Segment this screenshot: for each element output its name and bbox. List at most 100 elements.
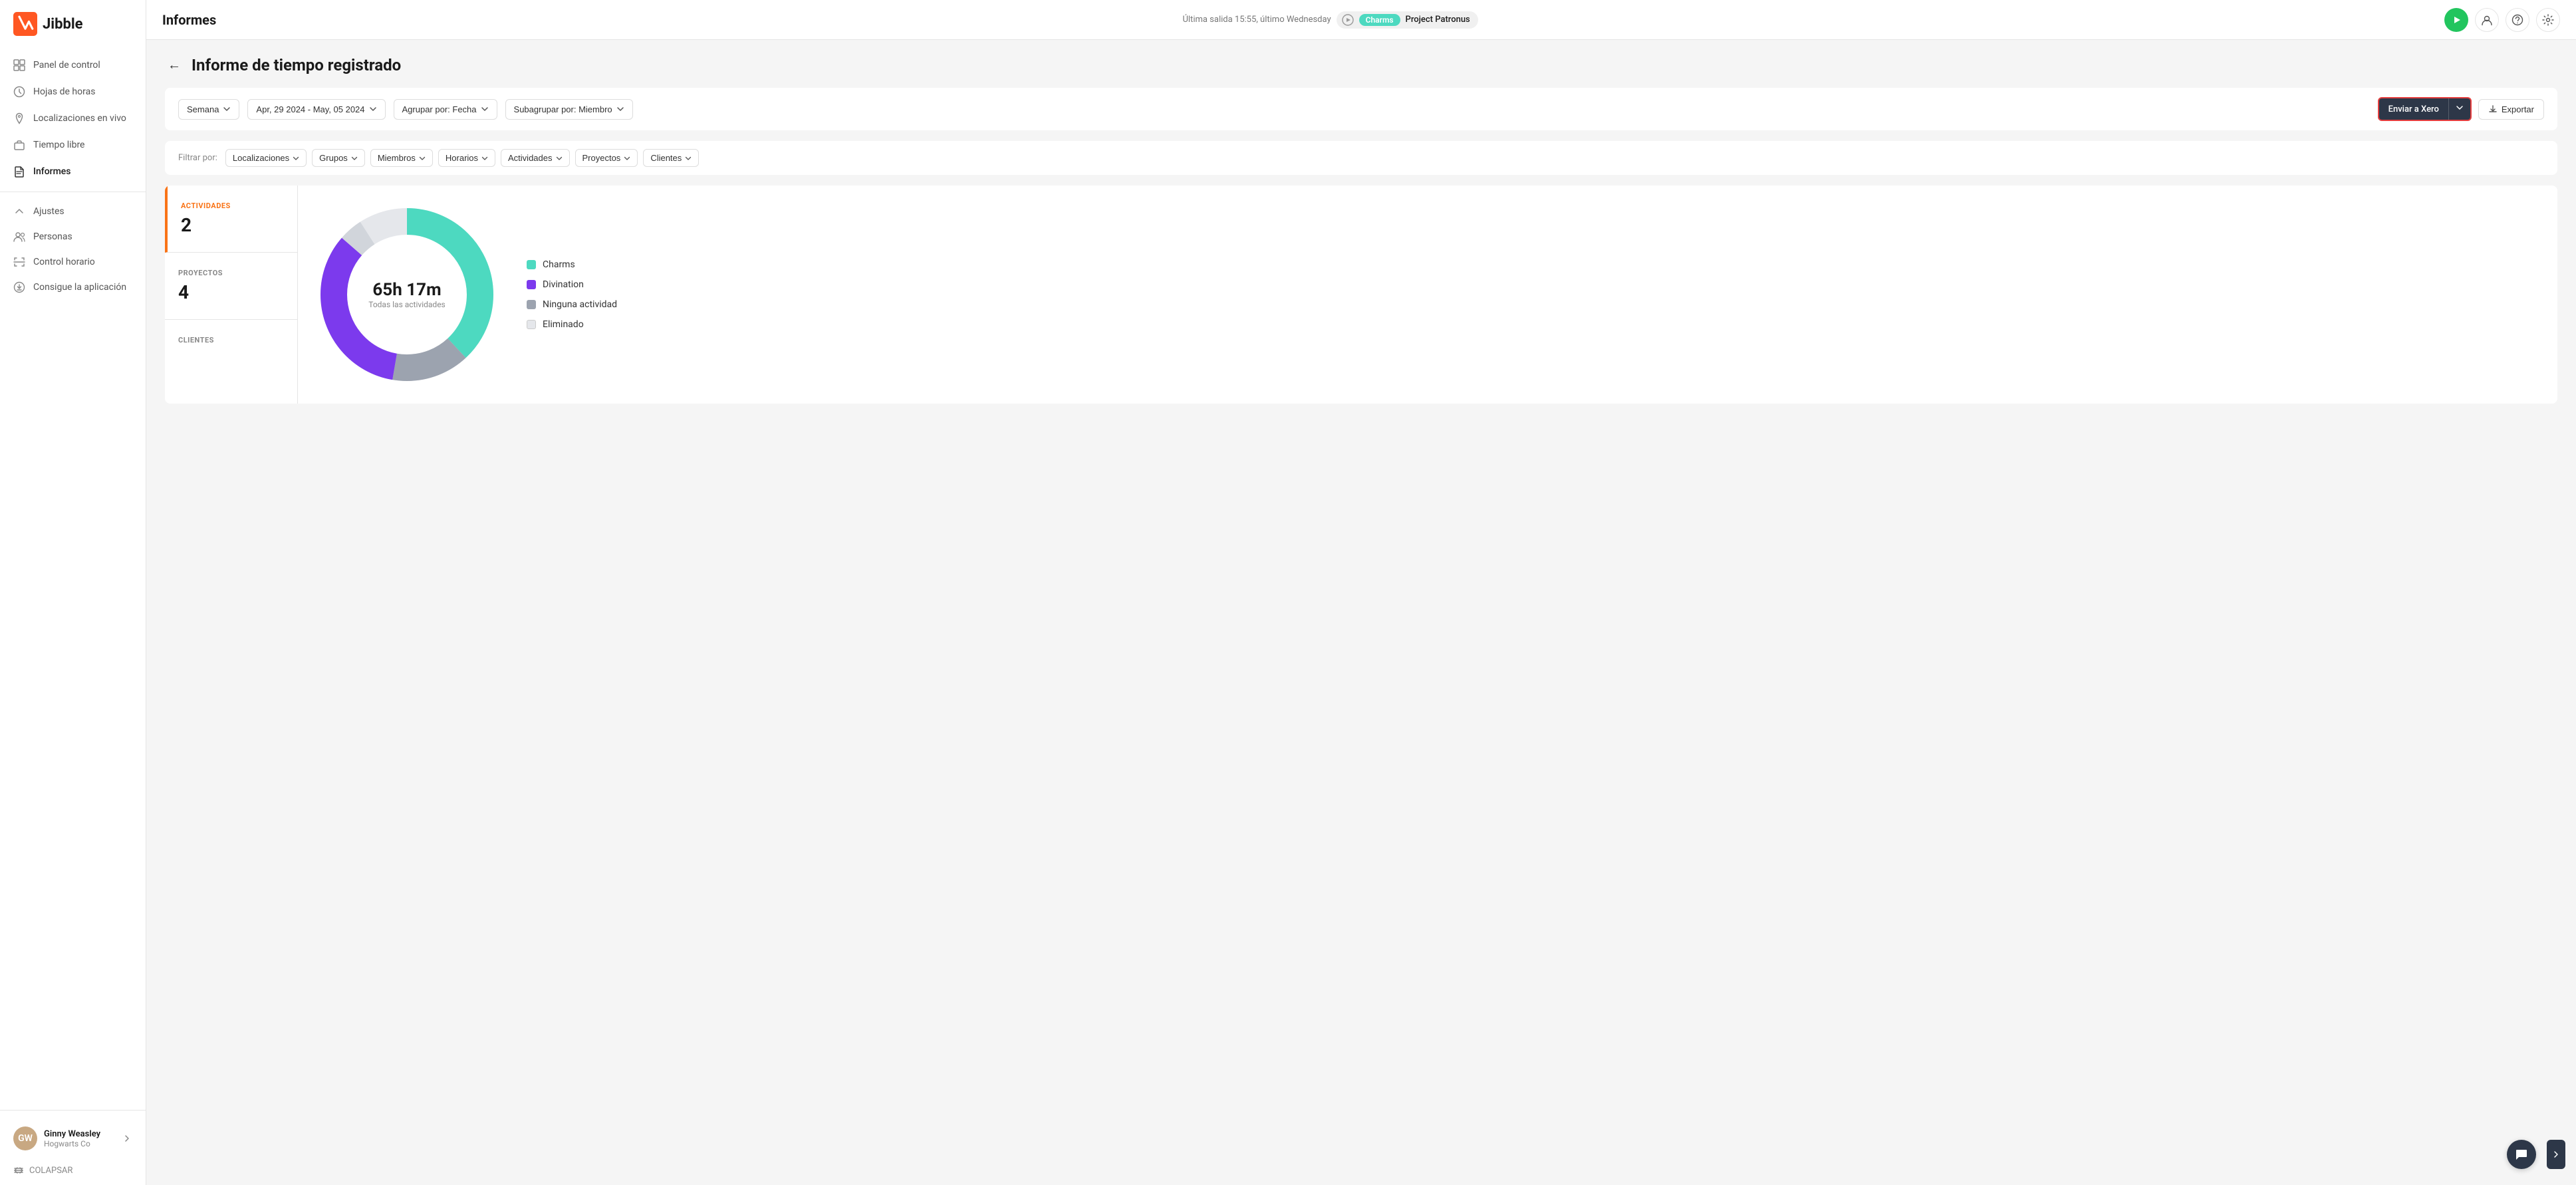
send-xero-button[interactable]: Enviar a Xero bbox=[2378, 97, 2472, 121]
charms-badge: Charms bbox=[1359, 14, 1400, 26]
stat-actividades-value: 2 bbox=[181, 214, 284, 236]
settings-icon-btn[interactable] bbox=[2536, 8, 2560, 32]
period-label: Semana bbox=[187, 104, 219, 114]
period-filter-btn[interactable]: Semana bbox=[178, 99, 239, 120]
chevron-right-icon bbox=[122, 1133, 132, 1144]
scan-icon bbox=[13, 256, 25, 268]
chart-area: 65h 17m Todas las actividades Charms Div… bbox=[298, 186, 2557, 404]
stat-clientes: CLIENTES bbox=[165, 320, 297, 364]
filter-chip-localizaciones[interactable]: Localizaciones bbox=[225, 149, 307, 167]
logo-text: Jibble bbox=[43, 16, 83, 33]
timer-badge[interactable]: Charms Project Patronus bbox=[1337, 11, 1478, 29]
stats-panel: ACTIVIDADES 2 PROYECTOS 4 CLIENTES bbox=[165, 186, 298, 404]
chat-button[interactable] bbox=[2507, 1140, 2536, 1169]
chevron-down-icon-xero bbox=[2456, 104, 2464, 112]
stat-proyectos-value: 4 bbox=[178, 281, 284, 303]
donut-total-label: Todas las actividades bbox=[368, 300, 446, 309]
legend-item-divination: Divination bbox=[527, 279, 617, 290]
sidebar-item-app[interactable]: Consigue la aplicación bbox=[0, 275, 146, 300]
legend-dot-eliminado bbox=[527, 320, 536, 329]
sidebar-item-personas-label: Personas bbox=[33, 231, 72, 242]
stat-clientes-label: CLIENTES bbox=[178, 336, 284, 344]
chevron-down-icon-act bbox=[556, 155, 563, 162]
legend-item-charms: Charms bbox=[527, 259, 617, 270]
donut-center: 65h 17m Todas las actividades bbox=[368, 280, 446, 309]
help-icon-btn[interactable] bbox=[2506, 8, 2529, 32]
file-text-icon bbox=[13, 166, 25, 178]
briefcase-icon bbox=[13, 139, 25, 151]
legend-label-eliminado: Eliminado bbox=[543, 319, 584, 330]
export-button[interactable]: Exportar bbox=[2478, 99, 2544, 120]
download-icon bbox=[2488, 104, 2498, 114]
sidebar-item-control[interactable]: Control horario bbox=[0, 249, 146, 275]
stat-actividades: ACTIVIDADES 2 bbox=[165, 186, 297, 253]
filter-group-left: Semana Apr, 29 2024 - May, 05 2024 Agrup… bbox=[178, 99, 633, 120]
sidebar-item-ajustes[interactable]: Ajustes bbox=[0, 199, 146, 224]
legend-label-charms: Charms bbox=[543, 259, 575, 270]
legend-dot-ninguna bbox=[527, 300, 536, 309]
back-button[interactable]: ← bbox=[165, 58, 184, 73]
last-exit-text: Última salida 15:55, último Wednesday bbox=[1182, 15, 1331, 25]
collapse-button[interactable]: COLAPSAR bbox=[0, 1158, 146, 1185]
chevron-down-icon-grp bbox=[351, 155, 358, 162]
sidebar-item-hojas-label: Hojas de horas bbox=[33, 86, 95, 97]
group-by-filter-btn[interactable]: Agrupar por: Fecha bbox=[394, 99, 497, 120]
chevron-right-small-icon bbox=[2552, 1150, 2560, 1158]
sidebar-item-tiempo[interactable]: Tiempo libre bbox=[0, 132, 146, 158]
chat-expand-button[interactable] bbox=[2547, 1140, 2565, 1169]
filter-chip-clientes[interactable]: Clientes bbox=[643, 149, 699, 167]
map-pin-icon bbox=[13, 112, 25, 124]
back-arrow: ← bbox=[168, 58, 181, 72]
filter-chip-localizaciones-label: Localizaciones bbox=[233, 153, 289, 163]
stats-chart-row: ACTIVIDADES 2 PROYECTOS 4 CLIENTES bbox=[165, 186, 2557, 404]
legend-dot-charms bbox=[527, 260, 536, 269]
legend-dot-divination bbox=[527, 280, 536, 289]
main-area: Informes Última salida 15:55, último Wed… bbox=[146, 0, 2576, 1185]
filter-chip-proyectos[interactable]: Proyectos bbox=[575, 149, 638, 167]
chevron-down-icon-2 bbox=[369, 105, 377, 113]
filter-chip-miembros[interactable]: Miembros bbox=[370, 149, 433, 167]
jibble-logo-icon bbox=[13, 12, 37, 36]
profile-icon-btn[interactable] bbox=[2475, 8, 2499, 32]
sidebar-item-panel[interactable]: Panel de control bbox=[0, 52, 146, 78]
sidebar-item-panel-label: Panel de control bbox=[33, 60, 100, 70]
play-button[interactable] bbox=[2444, 8, 2468, 32]
sidebar-item-control-label: Control horario bbox=[33, 257, 95, 267]
subgroup-by-filter-btn[interactable]: Subagrupar por: Miembro bbox=[505, 99, 633, 120]
filter-chip-actividades-label: Actividades bbox=[508, 153, 552, 163]
user-name: Ginny Weasley bbox=[44, 1129, 115, 1139]
users-icon bbox=[13, 231, 25, 243]
sidebar: Jibble Panel de control Hojas de horas bbox=[0, 0, 146, 1185]
chevron-up-icon bbox=[13, 205, 25, 217]
chevron-down-icon-3 bbox=[481, 105, 489, 113]
filter-chip-proyectos-label: Proyectos bbox=[582, 153, 621, 163]
collapse-icon bbox=[13, 1165, 24, 1176]
chevron-down-icon bbox=[223, 105, 231, 113]
date-range-label: Apr, 29 2024 - May, 05 2024 bbox=[256, 104, 364, 114]
legend-label-divination: Divination bbox=[543, 279, 584, 290]
filter-chip-grupos[interactable]: Grupos bbox=[312, 149, 365, 167]
filter-chip-actividades[interactable]: Actividades bbox=[501, 149, 569, 167]
legend-item-ninguna: Ninguna actividad bbox=[527, 299, 617, 310]
donut-chart: 65h 17m Todas las actividades bbox=[314, 201, 500, 388]
stat-proyectos: PROYECTOS 4 bbox=[165, 253, 297, 320]
date-range-filter-btn[interactable]: Apr, 29 2024 - May, 05 2024 bbox=[247, 99, 385, 120]
donut-total-time: 65h 17m bbox=[368, 280, 446, 300]
user-profile-row[interactable]: GW Ginny Weasley Hogwarts Co bbox=[0, 1119, 146, 1158]
filter-chip-miembros-label: Miembros bbox=[378, 153, 416, 163]
sidebar-item-hojas[interactable]: Hojas de horas bbox=[0, 78, 146, 105]
user-info: Ginny Weasley Hogwarts Co bbox=[44, 1129, 115, 1148]
sidebar-item-personas[interactable]: Personas bbox=[0, 224, 146, 249]
sidebar-bottom: GW Ginny Weasley Hogwarts Co COLAPSAR bbox=[0, 1110, 146, 1185]
chevron-down-icon-hor bbox=[481, 155, 488, 162]
top-header: Informes Última salida 15:55, último Wed… bbox=[146, 0, 2576, 40]
play-icon bbox=[2451, 15, 2462, 25]
sidebar-item-informes[interactable]: Informes bbox=[0, 158, 146, 185]
user-icon bbox=[2481, 14, 2493, 26]
xero-dropdown-arrow[interactable] bbox=[2448, 98, 2470, 120]
play-icon-small bbox=[1342, 14, 1354, 26]
sidebar-item-localizaciones[interactable]: Localizaciones en vivo bbox=[0, 105, 146, 132]
filter-chip-horarios[interactable]: Horarios bbox=[438, 149, 495, 167]
page-header: ← Informe de tiempo registrado bbox=[165, 56, 2557, 74]
settings-icon bbox=[2542, 14, 2554, 26]
